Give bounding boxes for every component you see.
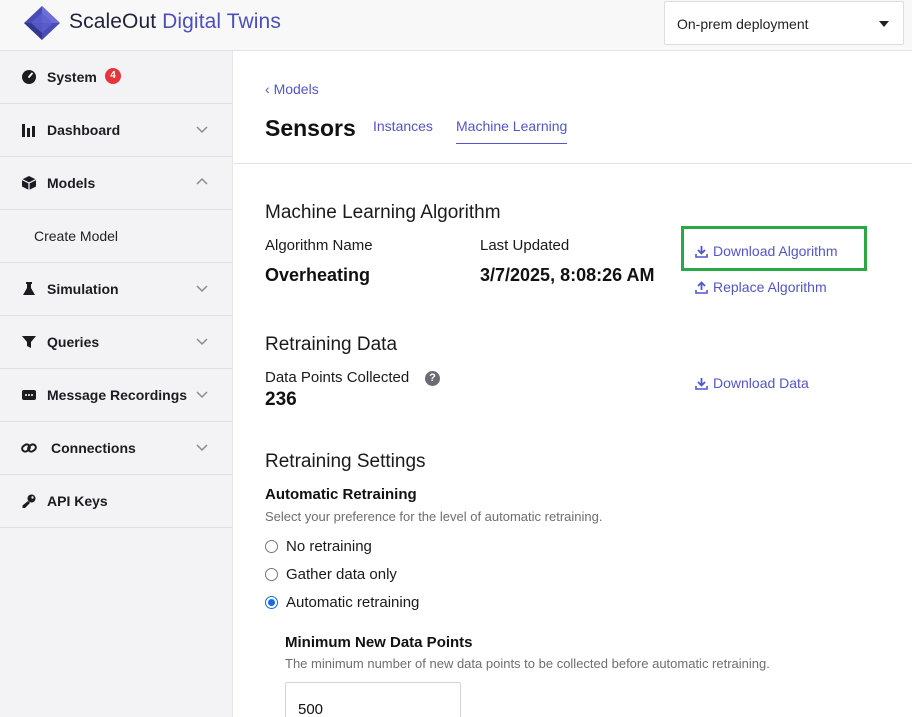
chevron-down-icon	[196, 285, 208, 293]
data-points-label: Data Points Collected	[265, 369, 410, 386]
chevron-up-icon	[196, 177, 208, 185]
sidebar-item-system[interactable]: System 4	[0, 51, 233, 104]
sidebar-item-label: Create Model	[34, 228, 119, 244]
radio-button[interactable]	[265, 568, 278, 581]
upload-icon	[695, 280, 708, 294]
ml-algorithm-section-title: Machine Learning Algorithm	[265, 202, 501, 223]
sidebar-item-models[interactable]: Models	[0, 157, 233, 210]
download-algorithm-button[interactable]: Download Algorithm	[695, 243, 838, 259]
sidebar-item-dashboard[interactable]: Dashboard	[0, 104, 233, 157]
automatic-retraining-heading: Automatic Retraining	[265, 486, 417, 503]
chevron-down-icon	[196, 391, 208, 399]
sidebar-item-label: Message Recordings	[47, 387, 188, 403]
app-title-product: Digital Twins	[162, 10, 281, 33]
automatic-retraining-description: Select your preference for the level of …	[265, 509, 603, 524]
last-updated-value: 3/7/2025, 8:08:26 AM	[480, 265, 655, 285]
min-data-points-heading: Minimum New Data Points	[285, 634, 473, 651]
sidebar-item-connections[interactable]: Connections	[0, 422, 233, 475]
algorithm-name-label: Algorithm Name	[265, 237, 373, 254]
deployment-select-value: On-prem deployment	[677, 16, 809, 32]
last-updated-label: Last Updated	[480, 237, 570, 254]
sidebar-subitem-create-model[interactable]: Create Model	[0, 210, 233, 263]
chevron-left-icon: ‹	[265, 81, 270, 97]
download-icon	[695, 245, 708, 258]
radio-label: Automatic retraining	[286, 594, 420, 611]
back-link-models[interactable]: ‹ Models	[265, 81, 319, 97]
min-data-points-description: The minimum number of new data points to…	[285, 656, 770, 671]
help-icon[interactable]: ?	[425, 371, 440, 386]
top-header: ScaleOut Digital Twins On-prem deploymen…	[0, 0, 912, 51]
notification-badge: 4	[105, 68, 121, 84]
chevron-down-icon	[196, 126, 208, 134]
download-algorithm-label: Download Algorithm	[713, 243, 838, 259]
radio-button[interactable]	[265, 540, 278, 553]
app-title-brand: ScaleOut	[69, 10, 157, 33]
sidebar-item-message-recordings[interactable]: Message Recordings	[0, 369, 233, 422]
chevron-down-icon	[196, 444, 208, 452]
sidebar-item-api-keys[interactable]: API Keys	[0, 475, 233, 528]
tab-instances[interactable]: Instances	[373, 118, 433, 134]
link-icon	[21, 443, 37, 453]
header-divider	[234, 163, 912, 164]
sidebar-item-label: Queries	[47, 334, 100, 350]
bar-chart-icon	[22, 124, 35, 137]
sidebar-item-label: Dashboard	[47, 122, 121, 138]
download-data-label: Download Data	[713, 375, 809, 391]
radio-automatic-retraining[interactable]: Automatic retraining	[265, 594, 419, 611]
cube-icon	[21, 176, 37, 190]
retraining-settings-section-title: Retraining Settings	[265, 451, 426, 472]
sidebar-item-label: API Keys	[47, 493, 108, 509]
sidebar-item-label: Simulation	[47, 281, 119, 297]
caret-down-icon	[879, 21, 889, 27]
speedometer-icon	[22, 70, 36, 84]
sidebar-item-queries[interactable]: Queries	[0, 316, 233, 369]
radio-no-retraining[interactable]: No retraining	[265, 538, 372, 555]
algorithm-name-value: Overheating	[265, 265, 371, 285]
filter-icon	[22, 336, 36, 348]
back-link-label: Models	[273, 81, 319, 97]
tab-machine-learning[interactable]: Machine Learning	[456, 118, 568, 144]
deployment-select[interactable]: On-prem deployment	[664, 1, 904, 45]
sidebar: System 4 Dashboard Models Create Model S…	[0, 51, 233, 717]
replace-algorithm-label: Replace Algorithm	[713, 279, 827, 295]
min-data-points-input[interactable]	[285, 682, 461, 717]
sidebar-item-label: Models	[47, 175, 96, 191]
retraining-data-section-title: Retraining Data	[265, 334, 398, 355]
radio-gather-data-only[interactable]: Gather data only	[265, 566, 397, 583]
sidebar-item-label: Connections	[51, 440, 136, 456]
radio-label: Gather data only	[286, 566, 397, 583]
chevron-down-icon	[196, 338, 208, 346]
download-icon	[695, 377, 708, 390]
message-icon	[22, 390, 36, 400]
sidebar-item-label: System	[47, 69, 97, 85]
scaleout-logo	[24, 6, 60, 40]
page-title: Sensors	[265, 115, 356, 141]
radio-button[interactable]	[265, 596, 278, 609]
key-icon	[22, 494, 36, 508]
data-points-value: 236	[265, 389, 297, 410]
app-title: ScaleOut Digital Twins	[69, 10, 281, 34]
sidebar-item-simulation[interactable]: Simulation	[0, 263, 233, 316]
replace-algorithm-button[interactable]: Replace Algorithm	[695, 279, 827, 295]
download-data-button[interactable]: Download Data	[695, 375, 809, 391]
radio-label: No retraining	[286, 538, 372, 555]
flask-icon	[23, 282, 35, 295]
main-content: ‹ Models Sensors Instances Machine Learn…	[234, 51, 912, 717]
